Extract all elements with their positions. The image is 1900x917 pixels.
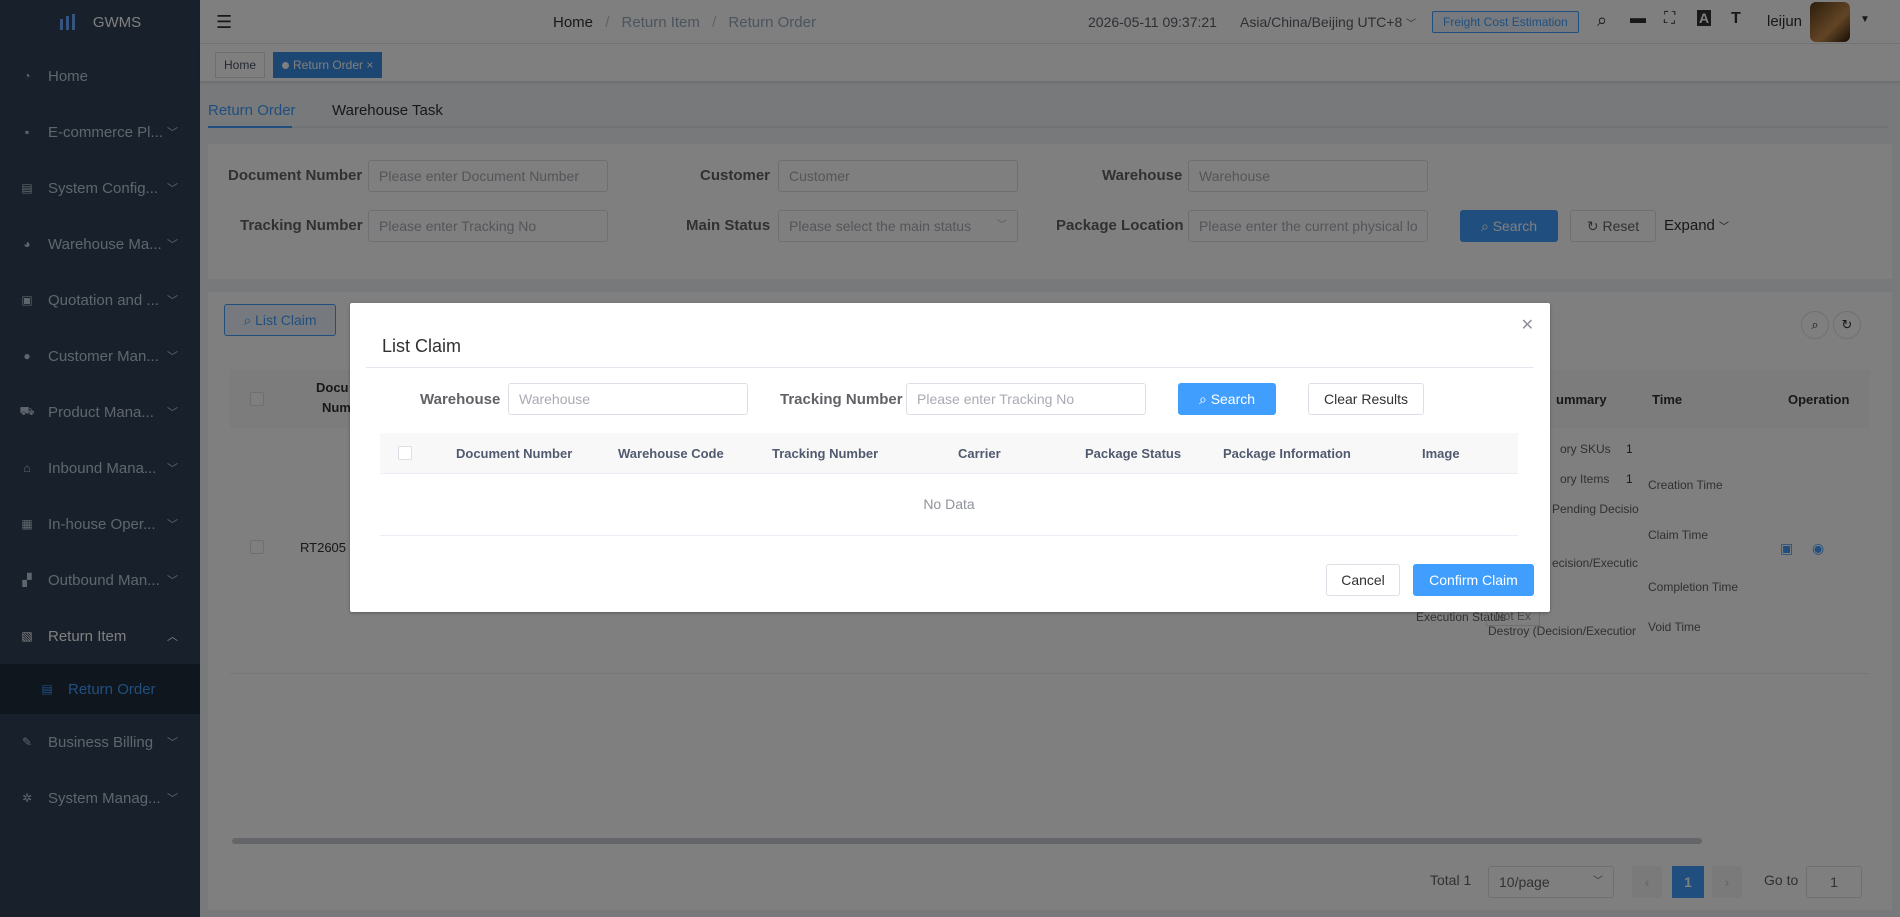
dialog-search-button[interactable]: ⌕ Search [1178,383,1276,415]
list-claim-dialog: List Claim ✕ Warehouse Warehouse Trackin… [350,303,1550,612]
col-warehouse-code: Warehouse Code [618,446,724,461]
dialog-table-header: Document Number Warehouse Code Tracking … [380,433,1518,474]
search-icon: ⌕ [1198,391,1207,407]
col-tracking-number: Tracking Number [772,446,879,461]
confirm-claim-button[interactable]: Confirm Claim [1413,564,1534,596]
close-icon[interactable]: ✕ [1521,315,1534,335]
col-image: Image [1422,446,1460,461]
col-package-status: Package Status [1085,446,1182,461]
col-package-information: Package Information [1223,446,1351,461]
dialog-tracking-input[interactable]: Please enter Tracking No [906,383,1146,415]
dialog-search-label: Search [1210,391,1256,407]
dialog-empty-row: No Data [380,474,1518,536]
col-document-number: Document Number [456,446,573,461]
dialog-warehouse-select[interactable]: Warehouse [508,383,748,415]
dialog-tracking-label: Tracking Number [780,391,903,408]
dialog-select-all-checkbox[interactable] [398,446,412,460]
cancel-button[interactable]: Cancel [1326,564,1400,596]
col-carrier: Carrier [958,446,1001,461]
dialog-title: List Claim [382,336,462,356]
dialog-warehouse-label: Warehouse [420,391,501,408]
dialog-divider [366,367,1534,368]
clear-results-button[interactable]: Clear Results [1308,383,1424,415]
empty-text: No Data [923,496,975,512]
